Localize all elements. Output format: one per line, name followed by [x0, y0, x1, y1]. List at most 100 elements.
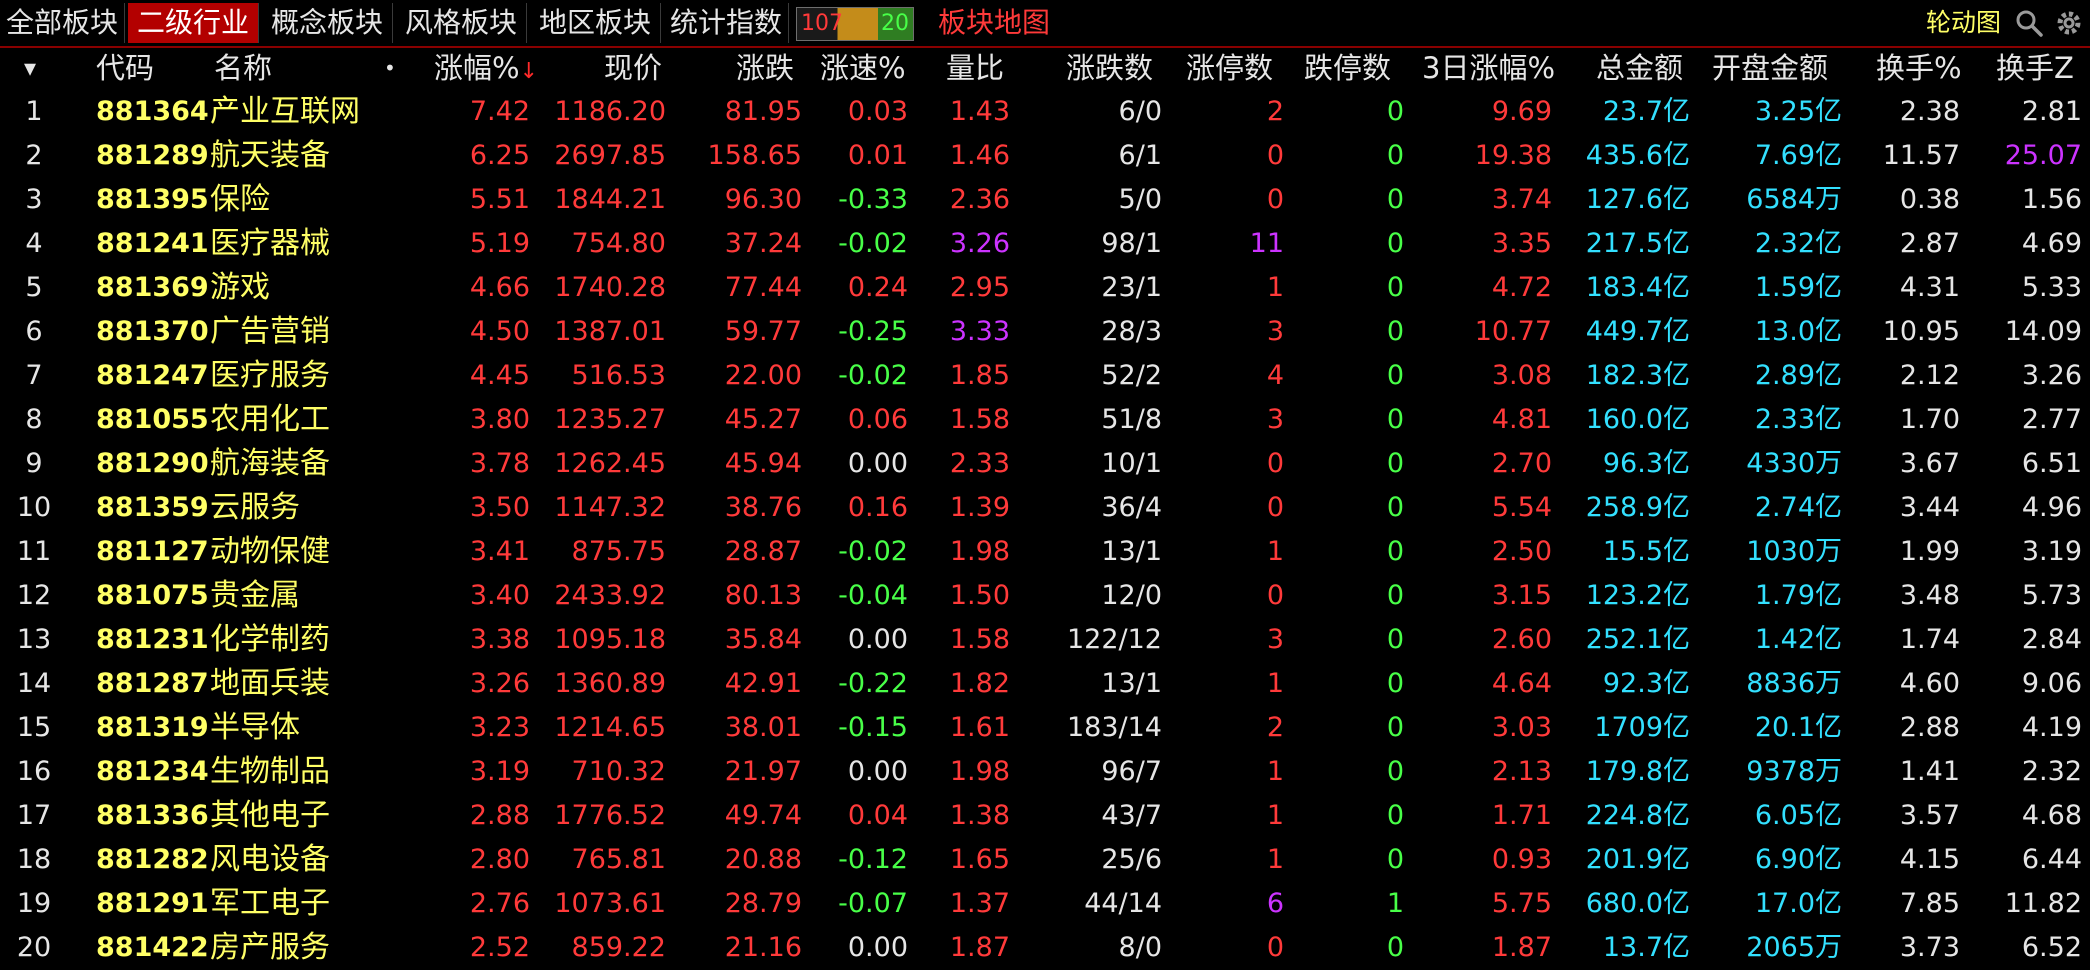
open-amount: 3.25亿 [1754, 96, 1842, 127]
search-icon[interactable] [2014, 8, 2044, 38]
sector-code: 881370 [96, 316, 209, 347]
price-change: 20.88 [724, 844, 802, 875]
row-index: 8 [25, 404, 43, 435]
header-3day-pct[interactable]: 3日涨幅% [1422, 46, 1555, 90]
price-change: 158.65 [707, 140, 802, 171]
table-row[interactable]: 10 881359 云服务 3.50 1147.32 38.76 0.16 1.39 36/4 0… [0, 486, 2090, 530]
table-row[interactable]: 14 881287 地面兵装 3.26 1360.89 42.91 -0.22 1.82 13/… [0, 662, 2090, 706]
three-day-pct: 3.35 [1491, 228, 1552, 259]
sector-name: 房产服务 [210, 930, 330, 965]
table-row[interactable]: 2 881289 航天装备 6.25 2697.85 158.65 0.01 1.46 6/1 0… [0, 134, 2090, 178]
volume-ratio: 3.33 [949, 316, 1010, 347]
current-price: 1235.27 [554, 404, 666, 435]
limit-down-count: 1 [1386, 888, 1404, 919]
header-limit-down-count[interactable]: 跌停数 [1304, 46, 1391, 90]
table-row[interactable]: 16 881234 生物制品 3.19 710.32 21.97 0.00 1.98 96/7 1… [0, 750, 2090, 794]
sector-code: 881247 [96, 360, 209, 391]
limit-down-count: 0 [1386, 624, 1404, 655]
header-volume-ratio[interactable]: 量比 [946, 46, 1004, 90]
sector-name: 生物制品 [210, 754, 330, 789]
tab-style-sectors[interactable]: 风格板块 [396, 3, 527, 43]
volume-ratio: 1.38 [949, 800, 1010, 831]
table-row[interactable]: 11 881127 动物保健 3.41 875.75 28.87 -0.02 1.98 13/1… [0, 530, 2090, 574]
table-row[interactable]: 18 881282 风电设备 2.80 765.81 20.88 -0.12 1.65 25/6… [0, 838, 2090, 882]
sector-name: 化学制药 [210, 622, 330, 657]
sector-code: 881336 [96, 800, 209, 831]
header-change[interactable]: 涨跌 [736, 46, 794, 90]
turnover-z: 14.09 [2004, 316, 2082, 347]
header-name[interactable]: 名称 [214, 46, 272, 90]
row-index: 15 [16, 712, 52, 743]
table-row[interactable]: 13 881231 化学制药 3.38 1095.18 35.84 0.00 1.58 122/… [0, 618, 2090, 662]
table-row[interactable]: 19 881291 军工电子 2.76 1073.61 28.79 -0.07 1.37 44/… [0, 882, 2090, 926]
change-pct: 2.88 [469, 800, 530, 831]
open-amount: 2065万 [1746, 932, 1842, 963]
table-row[interactable]: 5 881369 游戏 4.66 1740.28 77.44 0.24 2.95 23/1 1 0 4… [0, 266, 2090, 310]
turnover-rate: 1.74 [1899, 624, 1960, 655]
turnover-rate: 4.60 [1899, 668, 1960, 699]
open-amount: 17.0亿 [1754, 888, 1842, 919]
change-pct: 2.76 [469, 888, 530, 919]
tab-all-sectors[interactable]: 全部板块 [0, 3, 125, 43]
table-row[interactable]: 17 881336 其他电子 2.88 1776.52 49.74 0.04 1.38 43/7… [0, 794, 2090, 838]
sector-name: 航海装备 [210, 446, 330, 481]
three-day-pct: 3.74 [1491, 184, 1552, 215]
header-open-amount[interactable]: 开盘金额 [1712, 46, 1828, 90]
turnover-rate: 3.73 [1899, 932, 1960, 963]
tab-concept-sectors[interactable]: 概念板块 [262, 3, 393, 43]
header-code[interactable]: 代码 [96, 46, 154, 90]
limit-down-count: 0 [1386, 272, 1404, 303]
sector-map-link[interactable]: 板块地图 [938, 3, 1050, 43]
table-row[interactable]: 12 881075 贵金属 3.40 2433.92 80.13 -0.04 1.50 12/0… [0, 574, 2090, 618]
change-speed: 0.00 [847, 624, 908, 655]
table-row[interactable]: 8 881055 农用化工 3.80 1235.27 45.27 0.06 1.58 51/8 3… [0, 398, 2090, 442]
header-turnover[interactable]: 换手% [1876, 46, 1962, 90]
row-index: 1 [25, 96, 43, 127]
volume-ratio: 1.65 [949, 844, 1010, 875]
header-speed[interactable]: 涨速% [820, 46, 906, 90]
header-updown-count[interactable]: 涨跌数 [1066, 46, 1153, 90]
sector-name: 风电设备 [210, 842, 330, 877]
volume-ratio: 1.98 [949, 756, 1010, 787]
column-menu-icon[interactable]: ▾ [24, 46, 36, 90]
change-speed: -0.25 [838, 316, 908, 347]
table-row[interactable]: 7 881247 医疗服务 4.45 516.53 22.00 -0.02 1.85 52/2 4… [0, 354, 2090, 398]
tab-region-sectors[interactable]: 地区板块 [530, 3, 661, 43]
three-day-pct: 0.93 [1491, 844, 1552, 875]
table-row[interactable]: 15 881319 半导体 3.23 1214.65 38.01 -0.15 1.61 183/… [0, 706, 2090, 750]
gear-icon[interactable] [2054, 8, 2084, 38]
sector-name: 广告营销 [210, 314, 330, 349]
volume-ratio: 1.46 [949, 140, 1010, 171]
table-row[interactable]: 20 881422 房产服务 2.52 859.22 21.16 0.00 1.87 8/0 0 0… [0, 926, 2090, 970]
table-row[interactable]: 3 881395 保险 5.51 1844.21 96.30 -0.33 2.36 5/0 0 0 3… [0, 178, 2090, 222]
total-amount: 183.4亿 [1585, 272, 1690, 303]
tab-secondary-industry[interactable]: 二级行业 [128, 3, 259, 43]
header-total-amount[interactable]: 总金额 [1596, 46, 1683, 90]
table-row[interactable]: 1 881364 产业互联网 7.42 1186.20 81.95 0.03 1.43 6/0 2… [0, 90, 2090, 134]
turnover-rate: 7.85 [1899, 888, 1960, 919]
change-pct: 6.25 [469, 140, 530, 171]
open-amount: 2.33亿 [1754, 404, 1842, 435]
tab-bar: 全部板块 二级行业 概念板块 风格板块 地区板块 统计指数 107 20 板块地… [0, 0, 2090, 48]
total-amount: 127.6亿 [1585, 184, 1690, 215]
sort-down-arrow-icon: ↓ [519, 59, 538, 84]
header-turnover-z[interactable]: 换手Z [1996, 46, 2074, 90]
turnover-rate: 2.38 [1899, 96, 1960, 127]
volume-ratio: 1.58 [949, 404, 1010, 435]
limit-down-count: 0 [1386, 580, 1404, 611]
header-pct[interactable]: 涨幅%↓ [434, 46, 538, 90]
total-amount: 252.1亿 [1585, 624, 1690, 655]
updown-count: 6/0 [1118, 96, 1162, 127]
rotation-chart-link[interactable]: 轮动图 [1926, 3, 2001, 43]
change-pct: 4.50 [469, 316, 530, 347]
table-row[interactable]: 9 881290 航海装备 3.78 1262.45 45.94 0.00 2.33 10/1 0… [0, 442, 2090, 486]
table-row[interactable]: 6 881370 广告营销 4.50 1387.01 59.77 -0.25 3.33 28/3… [0, 310, 2090, 354]
price-change: 42.91 [724, 668, 802, 699]
header-price[interactable]: 现价 [604, 46, 662, 90]
price-change: 77.44 [724, 272, 802, 303]
price-change: 45.27 [724, 404, 802, 435]
table-row[interactable]: 4 881241 医疗器械 5.19 754.80 37.24 -0.02 3.26 98/1 1… [0, 222, 2090, 266]
tab-statistic-index[interactable]: 统计指数 [664, 3, 789, 43]
header-limit-up-count[interactable]: 涨停数 [1186, 46, 1273, 90]
turnover-z: 4.96 [2021, 492, 2082, 523]
